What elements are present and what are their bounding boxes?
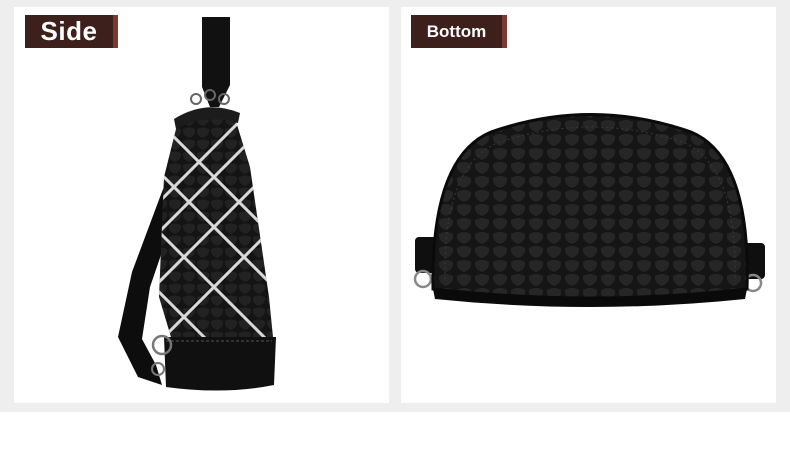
side-view-panel: Side (14, 7, 389, 403)
bag-base (164, 337, 276, 391)
bottom-view-panel: Bottom (401, 7, 776, 403)
bag-bottom-image (413, 113, 765, 307)
bag-bottom-dome (431, 113, 749, 300)
footer-space (0, 412, 790, 465)
side-label: Side (25, 15, 118, 48)
bag-side-image (118, 17, 276, 391)
bottom-label: Bottom (411, 15, 507, 48)
